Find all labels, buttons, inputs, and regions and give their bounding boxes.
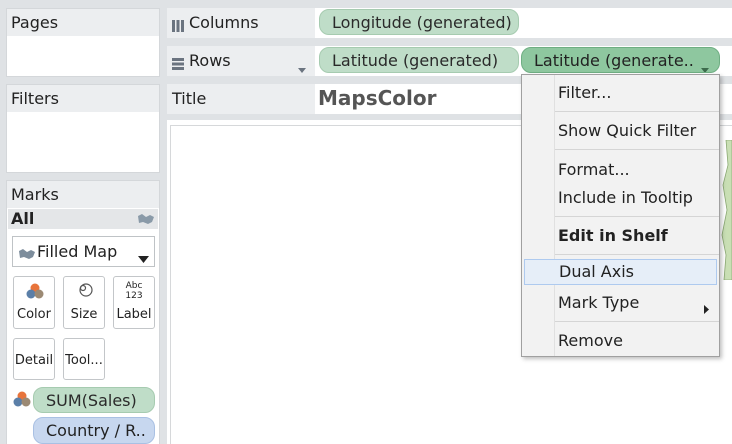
menu-separator [555,216,719,217]
map-shape-icon [720,139,732,284]
menu-separator [555,321,719,322]
color-button[interactable]: Color [13,276,55,329]
rows-label: Rows [189,51,231,70]
dropdown-arrow-icon[interactable] [298,58,306,77]
title-shelf-label: Title [167,84,315,114]
pages-header: Pages [7,9,159,36]
color-icon [13,391,31,411]
abc-123-icon: Abc 123 [125,281,143,301]
filters-label: Filters [11,89,59,108]
pill-context-menu: Filter... Show Quick Filter Format... In… [521,74,720,357]
menu-separator [555,149,719,150]
filters-panel[interactable]: Filters [6,84,160,173]
menu-item-edit-in-shelf-label: Edit in Shelf [558,226,668,245]
menu-item-format-label: Format... [558,160,630,179]
sum-sales-pill[interactable]: SUM(Sales) [33,387,155,413]
rows-icon [172,55,184,74]
menu-separator [555,111,719,112]
label-button-label: Label [116,307,152,322]
menu-item-include-in-tooltip[interactable]: Include in Tooltip [523,185,719,211]
menu-item-mark-type[interactable]: Mark Type [523,290,719,316]
sheet-title: MapsColor [318,86,437,110]
latitude-pill-2[interactable]: Latitude (generate.. [521,47,720,73]
country-pill[interactable]: Country / R.. [33,417,155,444]
filters-header: Filters [7,85,159,112]
detail-button[interactable]: Detail [13,338,55,380]
pages-drop-area[interactable] [7,36,159,76]
filters-drop-area[interactable] [7,112,159,172]
submenu-arrow-icon [704,299,709,318]
sum-sales-label: SUM(Sales) [46,391,137,410]
pages-label: Pages [11,13,59,32]
country-label: Country / R.. [46,421,146,440]
label-button[interactable]: Abc 123 Label [113,276,155,329]
map-icon [137,211,155,230]
dropdown-arrow-icon[interactable] [701,58,709,72]
menu-item-dual-axis-label: Dual Axis [559,262,634,281]
latitude-pill-1[interactable]: Latitude (generated) [319,47,519,73]
menu-item-format[interactable]: Format... [523,157,719,183]
marks-label: Marks [11,185,59,204]
size-button[interactable]: Size [63,276,105,329]
marks-header: Marks [7,181,159,208]
menu-separator [555,254,719,255]
menu-item-filter[interactable]: Filter... [523,80,719,106]
latitude-label-2: Latitude (generate.. [534,51,694,70]
columns-shelf-label: Columns [167,8,315,38]
grid-icon [172,17,184,36]
menu-item-remove-label: Remove [558,331,623,350]
color-button-label: Color [17,307,51,322]
longitude-pill[interactable]: Longitude (generated) [319,9,519,35]
menu-item-dual-axis[interactable]: Dual Axis [524,259,717,285]
size-icon [77,282,93,302]
title-label: Title [172,89,207,108]
mark-type-value: Filled Map [37,242,118,261]
menu-item-filter-label: Filter... [558,83,612,102]
columns-label: Columns [189,13,259,32]
marks-all-bar[interactable]: All [8,209,158,229]
rows-shelf-label: Rows [167,46,315,76]
menu-item-remove[interactable]: Remove [523,328,719,354]
dropdown-arrow-icon [138,248,149,267]
longitude-label: Longitude (generated) [332,13,512,32]
map-icon [18,245,36,264]
menu-item-edit-in-shelf[interactable]: Edit in Shelf [523,223,719,249]
marks-all-label: All [11,209,35,228]
menu-item-show-quick-filter-label: Show Quick Filter [558,121,697,140]
size-button-label: Size [70,307,98,322]
color-icon [26,283,44,303]
menu-item-show-quick-filter[interactable]: Show Quick Filter [523,118,719,144]
menu-item-mark-type-label: Mark Type [558,293,640,312]
latitude-label-1: Latitude (generated) [332,51,499,70]
mark-type-dropdown[interactable]: Filled Map [12,236,155,267]
pages-panel[interactable]: Pages [6,8,160,77]
tooltip-button-label: Tool... [65,353,103,368]
detail-button-label: Detail [14,353,54,368]
menu-item-include-in-tooltip-label: Include in Tooltip [558,188,693,207]
tooltip-button[interactable]: Tool... [63,338,105,380]
